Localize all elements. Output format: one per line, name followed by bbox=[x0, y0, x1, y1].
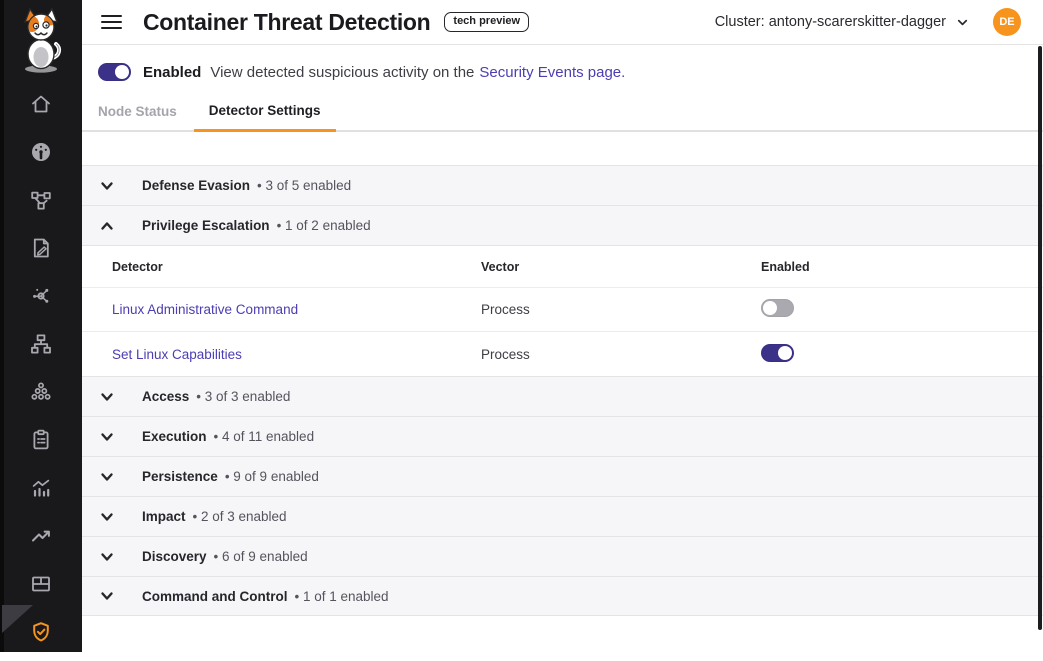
corner-fold-decoration bbox=[2, 604, 34, 634]
detector-table-header: Detector Vector Enabled bbox=[82, 245, 1043, 288]
apm-icon[interactable] bbox=[29, 284, 53, 308]
dashboards-icon[interactable] bbox=[29, 140, 53, 164]
category-summary: • 3 of 3 enabled bbox=[196, 389, 290, 404]
cluster-dropdown[interactable]: Cluster: antony-scarerskitter-dagger bbox=[715, 14, 970, 30]
cluster-dropdown-label: Cluster: antony-scarerskitter-dagger bbox=[715, 14, 946, 30]
column-header-vector: Vector bbox=[481, 260, 761, 274]
category-name: Defense Evasion bbox=[142, 178, 250, 193]
column-header-enabled: Enabled bbox=[761, 260, 1043, 274]
metrics-icon[interactable] bbox=[29, 476, 53, 500]
tab-detector-settings[interactable]: Detector Settings bbox=[194, 103, 336, 132]
service-map-icon[interactable] bbox=[29, 188, 53, 212]
category-row-persistence[interactable]: Persistence • 9 of 9 enabled bbox=[82, 456, 1043, 496]
category-name: Access bbox=[142, 389, 189, 404]
processes-icon[interactable] bbox=[29, 380, 53, 404]
category-summary: • 6 of 9 enabled bbox=[214, 549, 308, 564]
table-row: Set Linux Capabilities Process bbox=[82, 332, 1043, 376]
hamburger-menu-icon[interactable] bbox=[101, 15, 122, 30]
chevron-down-icon bbox=[99, 178, 115, 194]
chevron-down-icon bbox=[99, 588, 115, 604]
category-name: Execution bbox=[142, 429, 207, 444]
category-name: Impact bbox=[142, 509, 186, 524]
detector-toggle[interactable] bbox=[761, 344, 794, 362]
sidebar bbox=[0, 0, 82, 652]
tech-preview-badge: tech preview bbox=[444, 12, 529, 32]
enabled-label: Enabled bbox=[143, 64, 201, 81]
packages-icon[interactable] bbox=[29, 572, 53, 596]
cat-logo[interactable] bbox=[16, 6, 66, 76]
vector-value: Process bbox=[481, 347, 761, 362]
detector-link-set-linux-capabilities[interactable]: Set Linux Capabilities bbox=[112, 347, 242, 362]
chevron-down-icon bbox=[99, 549, 115, 565]
detector-toggle[interactable] bbox=[761, 299, 794, 317]
chevron-down-icon bbox=[99, 469, 115, 485]
category-summary: • 4 of 11 enabled bbox=[214, 429, 315, 444]
category-row-access[interactable]: Access • 3 of 3 enabled bbox=[82, 376, 1043, 416]
sidebar-nav bbox=[0, 92, 82, 644]
chevron-down-icon bbox=[99, 389, 115, 405]
category-name: Discovery bbox=[142, 549, 207, 564]
vertical-scrollbar[interactable] bbox=[1038, 46, 1042, 630]
column-header-detector: Detector bbox=[112, 260, 481, 274]
network-topology-icon[interactable] bbox=[29, 332, 53, 356]
security-events-link[interactable]: Security Events page. bbox=[479, 64, 625, 81]
enable-row: Enabled View detected suspicious activit… bbox=[82, 45, 1043, 81]
category-summary: • 2 of 3 enabled bbox=[193, 509, 287, 524]
checklist-icon[interactable] bbox=[29, 428, 53, 452]
detector-link-linux-administrative-command[interactable]: Linux Administrative Command bbox=[112, 302, 298, 317]
tab-bar: Node Status Detector Settings bbox=[82, 103, 336, 132]
home-icon[interactable] bbox=[29, 92, 53, 116]
category-row-command-and-control[interactable]: Command and Control • 1 of 1 enabled bbox=[82, 576, 1043, 616]
trends-icon[interactable] bbox=[29, 524, 53, 548]
detector-categories: Defense Evasion • 3 of 5 enabled Privile… bbox=[82, 132, 1043, 661]
detection-enabled-toggle[interactable] bbox=[98, 63, 131, 81]
category-row-execution[interactable]: Execution • 4 of 11 enabled bbox=[82, 416, 1043, 456]
page-title: Container Threat Detection bbox=[143, 9, 430, 36]
category-row-discovery[interactable]: Discovery • 6 of 9 enabled bbox=[82, 536, 1043, 576]
category-name: Persistence bbox=[142, 469, 218, 484]
sub-header: Enabled View detected suspicious activit… bbox=[82, 45, 1043, 132]
chevron-up-icon bbox=[99, 218, 115, 234]
category-summary: • 3 of 5 enabled bbox=[257, 178, 351, 193]
category-row-defense-evasion[interactable]: Defense Evasion • 3 of 5 enabled bbox=[82, 165, 1043, 205]
vector-value: Process bbox=[481, 302, 761, 317]
category-row-impact[interactable]: Impact • 2 of 3 enabled bbox=[82, 496, 1043, 536]
category-summary: • 9 of 9 enabled bbox=[225, 469, 319, 484]
chevron-down-icon bbox=[955, 15, 970, 30]
category-name: Command and Control bbox=[142, 589, 288, 604]
top-bar: Container Threat Detection tech preview … bbox=[82, 0, 1043, 45]
main-area: Container Threat Detection tech preview … bbox=[82, 0, 1043, 661]
category-summary: • 1 of 1 enabled bbox=[295, 589, 389, 604]
chevron-down-icon bbox=[99, 429, 115, 445]
category-summary: • 1 of 2 enabled bbox=[277, 218, 371, 233]
category-row-privilege-escalation[interactable]: Privilege Escalation • 1 of 2 enabled bbox=[82, 205, 1043, 245]
table-row: Linux Administrative Command Process bbox=[82, 288, 1043, 332]
category-name: Privilege Escalation bbox=[142, 218, 270, 233]
app-window: Container Threat Detection tech preview … bbox=[0, 0, 1043, 661]
enabled-description: View detected suspicious activity on the bbox=[210, 64, 474, 81]
user-avatar[interactable]: DE bbox=[993, 8, 1021, 36]
chevron-down-icon bbox=[99, 509, 115, 525]
notebooks-icon[interactable] bbox=[29, 236, 53, 260]
tab-node-status[interactable]: Node Status bbox=[98, 104, 194, 132]
detector-table: Detector Vector Enabled Linux Administra… bbox=[82, 245, 1043, 376]
